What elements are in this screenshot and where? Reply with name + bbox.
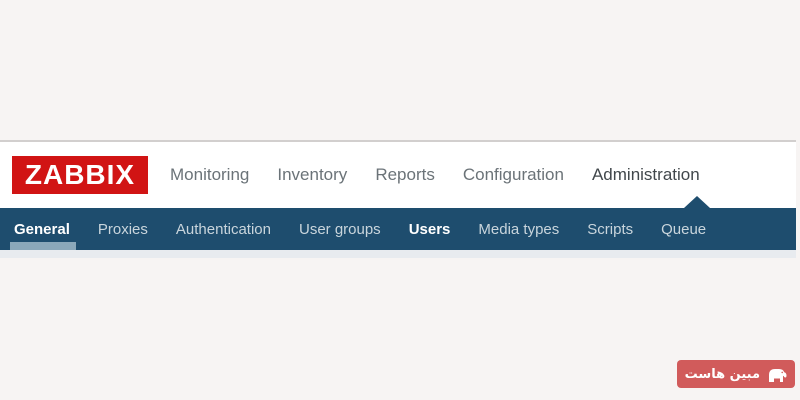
subnav-item-label: Authentication — [175, 220, 271, 238]
menu-item-inventory[interactable]: Inventory — [263, 165, 361, 185]
subnav-item-users[interactable]: Users — [395, 208, 465, 250]
elephant-icon — [767, 366, 787, 383]
subnav-item-general[interactable]: General — [0, 208, 84, 250]
subnav-item-label: User groups — [298, 220, 381, 238]
subnav-item-label: Media types — [478, 220, 560, 238]
subnav-item-media-types[interactable]: Media types — [464, 208, 573, 250]
menu-item-reports[interactable]: Reports — [361, 165, 449, 185]
subnav-item-label: Users — [408, 220, 451, 238]
subnav-item-user-groups[interactable]: User groups — [285, 208, 395, 250]
menu-item-configuration[interactable]: Configuration — [449, 165, 578, 185]
subnav-item-label: Proxies — [97, 220, 148, 238]
zabbix-logo[interactable]: ZABBIX — [12, 156, 148, 194]
main-menu: Monitoring Inventory Reports Configurati… — [156, 165, 714, 185]
subnav-item-scripts[interactable]: Scripts — [573, 208, 647, 250]
subnav-item-authentication[interactable]: Authentication — [162, 208, 285, 250]
watermark-text: مبین هاست — [684, 366, 760, 382]
subnav-item-label: Queue — [661, 220, 707, 238]
mobinhost-watermark-badge: مبین هاست — [676, 360, 795, 388]
subnav-item-queue[interactable]: Queue — [647, 208, 720, 250]
admin-subnav: General Proxies Authentication User grou… — [0, 196, 796, 250]
app-header: ZABBIX Monitoring Inventory Reports Conf… — [0, 142, 796, 208]
subnav-item-proxies[interactable]: Proxies — [84, 208, 162, 250]
zabbix-app-window: ZABBIX Monitoring Inventory Reports Conf… — [0, 140, 796, 258]
subnav-item-label: General — [14, 220, 70, 238]
active-menu-pointer-icon — [684, 196, 710, 208]
menu-item-monitoring[interactable]: Monitoring — [156, 165, 263, 185]
page-background: ZABBIX Monitoring Inventory Reports Conf… — [0, 0, 800, 400]
selected-tab-underline — [10, 242, 76, 250]
subnav-item-label: Scripts — [587, 220, 634, 238]
menu-item-administration[interactable]: Administration — [578, 165, 714, 185]
subnav-bottom-strip — [0, 250, 796, 258]
